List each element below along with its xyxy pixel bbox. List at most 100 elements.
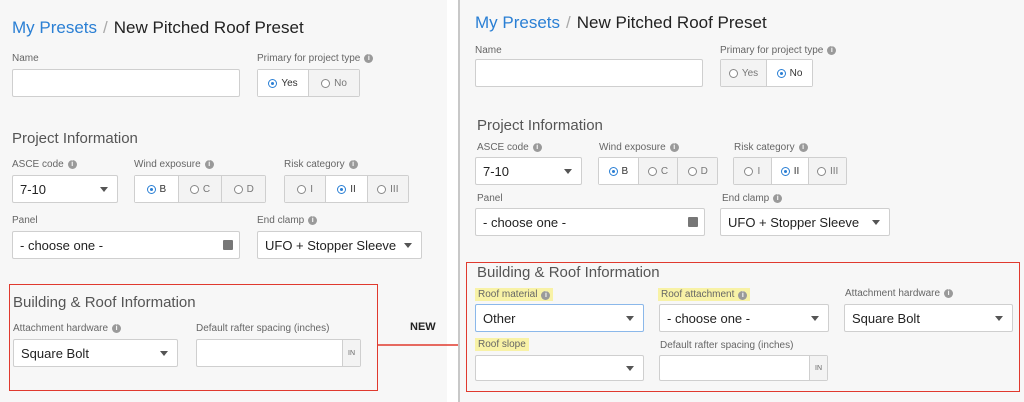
roof-attachment-label: Roof attachment i — [658, 288, 751, 301]
risk-category-toggle: I II III — [284, 175, 409, 203]
wind-exposure-toggle: B C D — [134, 175, 266, 203]
radio-icon — [744, 166, 754, 176]
page-title: New Pitched Roof Preset — [576, 13, 767, 32]
roof-slope-select[interactable] — [475, 355, 644, 381]
risk-i-radio[interactable]: I — [734, 158, 771, 184]
chevron-down-icon — [100, 187, 108, 192]
attachment-hardware-select[interactable]: Square Bolt — [13, 339, 178, 367]
info-icon: i — [67, 160, 77, 169]
name-input[interactable] — [475, 59, 703, 87]
breadcrumb-my-presets-link[interactable]: My Presets — [475, 13, 560, 32]
info-icon: i — [773, 194, 783, 203]
page-title: New Pitched Roof Preset — [113, 18, 304, 37]
chevron-down-icon — [404, 243, 412, 248]
radio-icon — [337, 184, 347, 194]
asce-label: ASCE code i — [12, 159, 77, 170]
panel-label: Panel — [12, 215, 38, 226]
radio-icon — [268, 78, 278, 88]
breadcrumb-separator: / — [566, 13, 571, 32]
info-icon: i — [827, 46, 837, 55]
radio-icon — [146, 184, 156, 194]
asce-code-select[interactable]: 7-10 — [12, 175, 118, 203]
chevron-down-icon — [626, 316, 634, 321]
unit-label: IN — [342, 340, 360, 366]
risk-iii-radio[interactable]: III — [366, 176, 408, 202]
info-icon: i — [541, 291, 551, 300]
radio-icon — [817, 166, 826, 176]
info-icon: i — [112, 324, 122, 333]
building-roof-heading: Building & Roof Information — [477, 264, 660, 281]
wind-label: Wind exposure i — [599, 142, 679, 153]
end-clamp-select[interactable]: UFO + Stopper Sleeve — [257, 231, 422, 259]
risk-label: Risk category i — [734, 142, 808, 153]
chevron-down-icon — [160, 351, 168, 356]
radio-icon — [780, 166, 790, 176]
info-icon: i — [669, 143, 679, 152]
radio-icon — [377, 184, 387, 194]
chevron-down-icon — [872, 220, 880, 225]
edit-icon[interactable] — [223, 240, 233, 250]
roof-material-select[interactable]: Other — [475, 304, 644, 332]
wind-label: Wind exposure i — [134, 159, 214, 170]
rafter-spacing-label: Default rafter spacing (inches) — [196, 323, 330, 334]
radio-icon — [647, 166, 657, 176]
new-annotation-label: NEW — [410, 321, 436, 333]
wind-d-radio[interactable]: D — [677, 158, 718, 184]
wind-b-radio[interactable]: B — [599, 158, 638, 184]
rafter-spacing-input[interactable]: IN — [196, 339, 361, 367]
end-clamp-label: End clamp i — [722, 193, 783, 204]
breadcrumb: My Presets / New Pitched Roof Preset — [12, 18, 304, 38]
wind-b-radio[interactable]: B — [135, 176, 178, 202]
panel-select[interactable]: - choose one - — [475, 208, 705, 236]
panel-label: Panel — [477, 193, 503, 204]
end-clamp-label: End clamp i — [257, 215, 318, 226]
primary-label: Primary for project type i — [720, 45, 837, 56]
edit-icon[interactable] — [688, 217, 698, 227]
roof-slope-label: Roof slope — [475, 338, 529, 351]
info-icon: i — [798, 143, 808, 152]
project-information-heading: Project Information — [477, 117, 603, 134]
primary-no-radio[interactable]: No — [308, 70, 359, 96]
info-icon: i — [348, 160, 358, 169]
unit-label: IN — [809, 356, 827, 380]
radio-icon — [233, 184, 243, 194]
info-icon: i — [204, 160, 214, 169]
breadcrumb: My Presets / New Pitched Roof Preset — [475, 13, 767, 33]
info-icon: i — [308, 216, 318, 225]
breadcrumb-my-presets-link[interactable]: My Presets — [12, 18, 97, 37]
info-icon: i — [944, 289, 954, 298]
radio-icon — [687, 166, 697, 176]
asce-label: ASCE code i — [477, 142, 542, 153]
primary-yes-radio[interactable]: Yes — [721, 60, 766, 86]
attachment-hardware-label: Attachment hardware i — [845, 288, 954, 299]
roof-attachment-select[interactable]: - choose one - — [659, 304, 829, 332]
name-input[interactable] — [12, 69, 240, 97]
wind-d-radio[interactable]: D — [221, 176, 266, 202]
radio-icon — [608, 166, 618, 176]
chevron-down-icon — [564, 169, 572, 174]
info-icon: i — [532, 143, 542, 152]
wind-c-radio[interactable]: C — [637, 158, 678, 184]
rafter-spacing-input[interactable]: IN — [659, 355, 828, 381]
project-information-heading: Project Information — [12, 130, 138, 147]
radio-icon — [297, 184, 307, 194]
primary-label: Primary for project type i — [257, 53, 374, 64]
radio-icon — [189, 184, 199, 194]
wind-c-radio[interactable]: C — [177, 176, 222, 202]
risk-ii-radio[interactable]: II — [325, 176, 367, 202]
risk-ii-radio[interactable]: II — [770, 158, 809, 184]
right-screen: My Presets / New Pitched Roof Preset Name … — [460, 0, 1024, 402]
panel-select[interactable]: - choose one - — [12, 231, 240, 259]
risk-category-toggle: I II III — [733, 157, 847, 185]
chevron-down-icon — [811, 316, 819, 321]
end-clamp-select[interactable]: UFO + Stopper Sleeve — [720, 208, 890, 236]
attachment-hardware-label: Attachment hardware i — [13, 323, 122, 334]
rafter-spacing-label: Default rafter spacing (inches) — [660, 340, 794, 351]
asce-code-select[interactable]: 7-10 — [475, 157, 582, 185]
risk-iii-radio[interactable]: III — [808, 158, 847, 184]
attachment-hardware-select[interactable]: Square Bolt — [844, 304, 1013, 332]
risk-i-radio[interactable]: I — [285, 176, 326, 202]
primary-yes-radio[interactable]: Yes — [258, 70, 308, 96]
name-label: Name — [12, 53, 39, 64]
primary-no-radio[interactable]: No — [766, 60, 812, 86]
